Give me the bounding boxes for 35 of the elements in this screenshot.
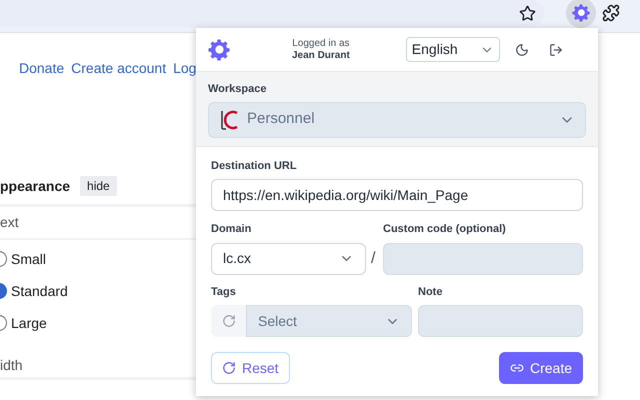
field-label: Workspace (208, 82, 268, 97)
refresh-icon (222, 314, 236, 328)
extension-button[interactable] (566, 0, 596, 28)
reset-icon (222, 361, 236, 375)
section-title: ppearance (0, 176, 70, 196)
field-label: Note (418, 284, 444, 300)
bookmark-star-icon[interactable] (519, 4, 536, 22)
section-heading: ext (0, 213, 19, 232)
page-link[interactable]: Create account (71, 58, 166, 79)
moon-icon[interactable] (514, 42, 529, 56)
separator-slash: / (371, 248, 376, 268)
language-select[interactable]: English (406, 37, 500, 62)
page-link[interactable]: Donate (19, 58, 64, 79)
field-label: Custom code (optional) (383, 222, 507, 237)
logout-icon[interactable] (548, 42, 563, 56)
domain-select[interactable]: lc.cx (211, 242, 366, 274)
radio-label: Standard (11, 282, 68, 300)
reset-button[interactable]: Reset (211, 352, 290, 384)
section-heading: idth (0, 356, 23, 374)
extensions-icon[interactable] (602, 4, 620, 22)
page-link[interactable]: Log (173, 58, 196, 79)
logged-in-label: Logged in as (292, 38, 350, 50)
workspace-logo-icon (219, 108, 239, 130)
refresh-tags-button[interactable] (211, 305, 246, 337)
field-label: Domain (211, 222, 252, 237)
field-label: Destination URL (211, 158, 298, 174)
app-logo-icon (208, 38, 230, 60)
create-button[interactable]: Create (498, 352, 583, 384)
field-label: Tags (211, 284, 237, 300)
radio-label: Large (11, 314, 47, 333)
user-name: Jean Durant (292, 50, 350, 62)
extension-logo-icon (572, 4, 590, 22)
hide-button[interactable]: hide (80, 176, 117, 196)
url-input-field[interactable]: https://en.wikipedia.org/wiki/Main_Page (211, 179, 583, 211)
radio-label: Small (11, 250, 46, 268)
